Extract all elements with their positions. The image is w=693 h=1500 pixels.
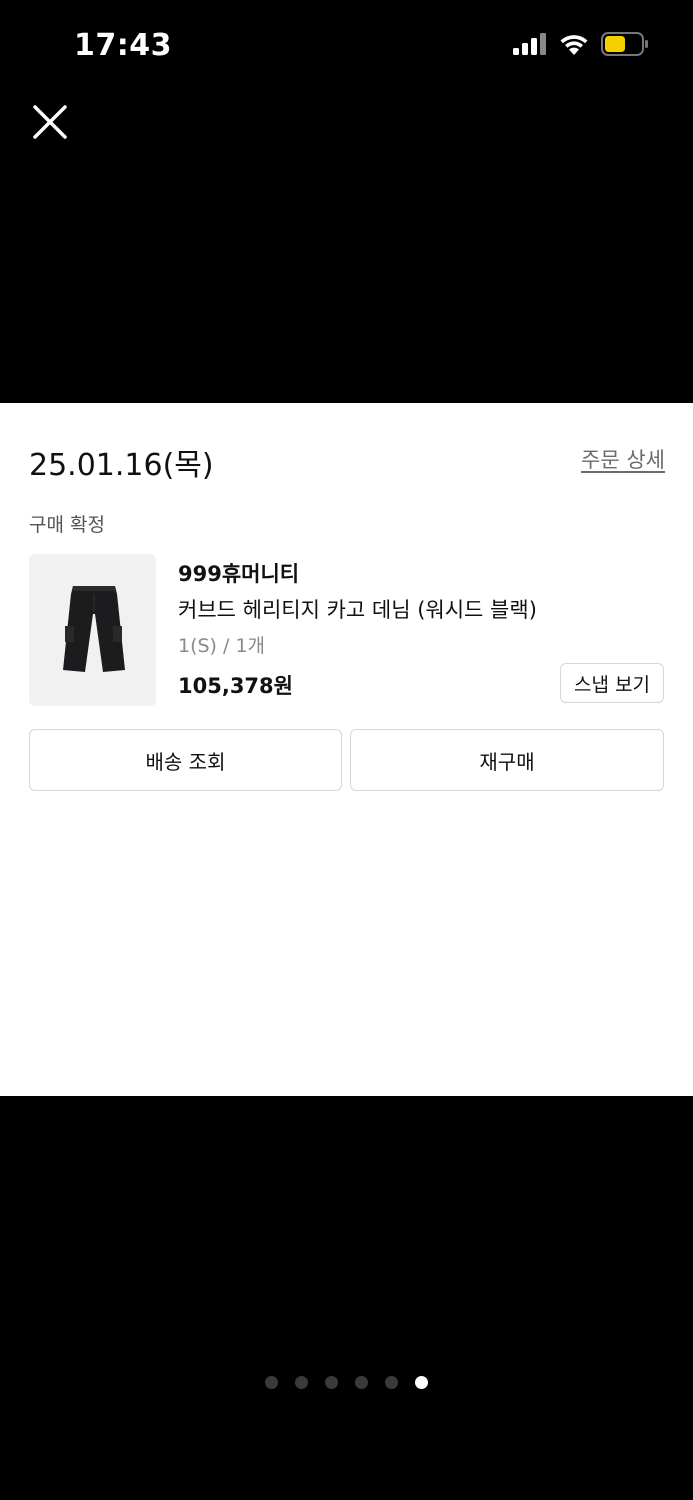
page-dot-active[interactable] bbox=[415, 1376, 428, 1389]
delivery-tracking-button[interactable]: 배송 조회 bbox=[29, 729, 342, 791]
page-dot[interactable] bbox=[355, 1376, 368, 1389]
page-dot[interactable] bbox=[325, 1376, 338, 1389]
order-detail-link[interactable]: 주문 상세 bbox=[581, 444, 665, 474]
order-status-label: 구매 확정 bbox=[29, 514, 105, 536]
order-date: 25.01.16(목) bbox=[29, 448, 214, 483]
view-snap-button[interactable]: 스냅 보기 bbox=[560, 663, 664, 703]
status-bar: 17:43 bbox=[0, 0, 693, 92]
page-dot[interactable] bbox=[265, 1376, 278, 1389]
product-option: 1(S) / 1개 bbox=[178, 635, 266, 657]
product-brand[interactable]: 999휴머니티 bbox=[178, 558, 299, 588]
page-indicator bbox=[0, 1376, 693, 1389]
close-icon bbox=[33, 105, 67, 139]
battery-icon bbox=[601, 32, 648, 56]
status-icons bbox=[513, 32, 649, 56]
product-thumbnail[interactable] bbox=[29, 554, 156, 706]
page-dot[interactable] bbox=[295, 1376, 308, 1389]
reorder-button[interactable]: 재구매 bbox=[350, 729, 664, 791]
close-button[interactable] bbox=[28, 100, 72, 144]
status-time: 17:43 bbox=[74, 28, 172, 63]
denim-pants-image bbox=[29, 554, 156, 706]
cellular-signal-icon bbox=[513, 33, 546, 55]
wifi-icon bbox=[560, 35, 588, 55]
page-dot[interactable] bbox=[385, 1376, 398, 1389]
product-name[interactable]: 커브드 헤리티지 카고 데님 (워시드 블랙) bbox=[178, 594, 537, 624]
product-price: 105,378원 bbox=[178, 674, 293, 698]
